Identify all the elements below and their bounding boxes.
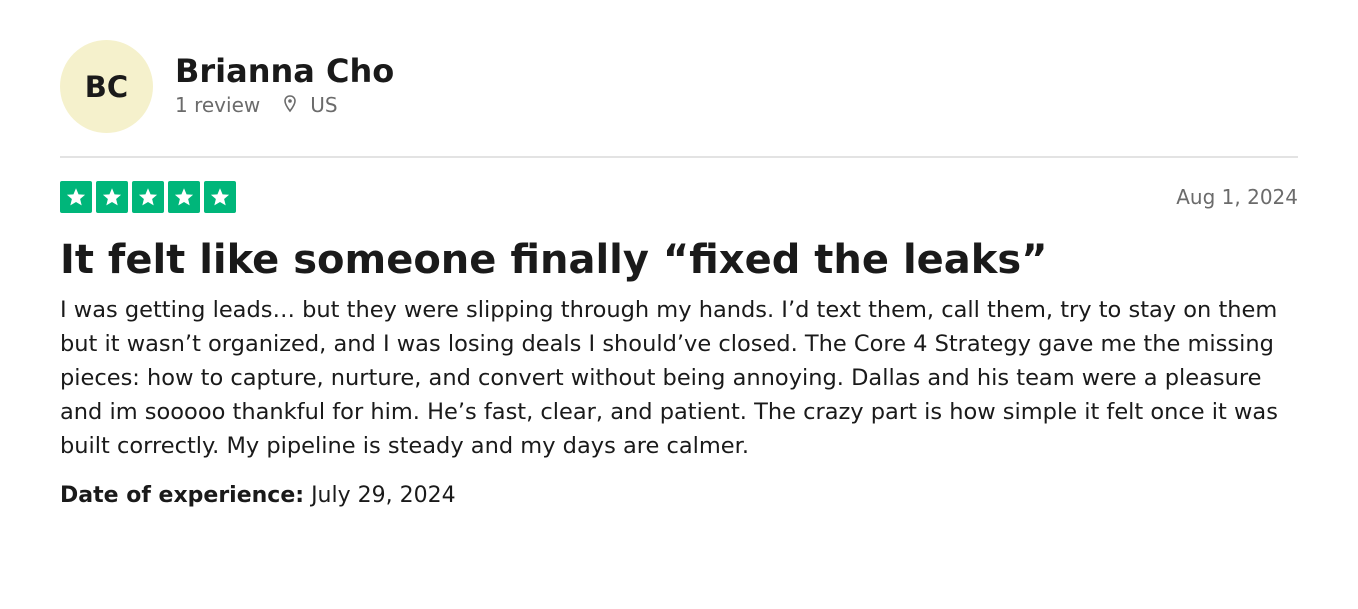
reviewer-meta: 1 review US	[175, 93, 394, 117]
star-icon	[60, 180, 92, 213]
review-date: Aug 1, 2024	[1176, 184, 1298, 209]
star-icon	[96, 180, 128, 213]
review-body: I was getting leads… but they were slipp…	[60, 297, 1278, 459]
reviewer-header: BC Brianna Cho 1 review US	[60, 40, 1298, 133]
location-pin-icon	[284, 94, 297, 115]
rating-row: Aug 1, 2024	[60, 180, 1298, 213]
date-of-experience: Date of experience: July 29, 2024	[60, 483, 1298, 508]
review-count: 1 review	[175, 92, 261, 117]
review-title[interactable]: It felt like someone finally “fixed the …	[60, 235, 1298, 285]
reviewer-country: US	[310, 92, 338, 117]
reviewer-info: Brianna Cho 1 review US	[175, 51, 394, 117]
star-rating	[60, 180, 236, 213]
avatar[interactable]: BC	[60, 40, 153, 133]
review-card: BC Brianna Cho 1 review US Aug 1, 2024 I…	[60, 40, 1298, 508]
star-icon	[132, 180, 164, 213]
star-icon	[204, 180, 236, 213]
reviewer-name[interactable]: Brianna Cho	[175, 51, 394, 91]
experience-label: Date of experience:	[60, 483, 305, 508]
experience-date: July 29, 2024	[311, 483, 456, 508]
divider	[60, 156, 1298, 158]
star-icon	[168, 180, 200, 213]
